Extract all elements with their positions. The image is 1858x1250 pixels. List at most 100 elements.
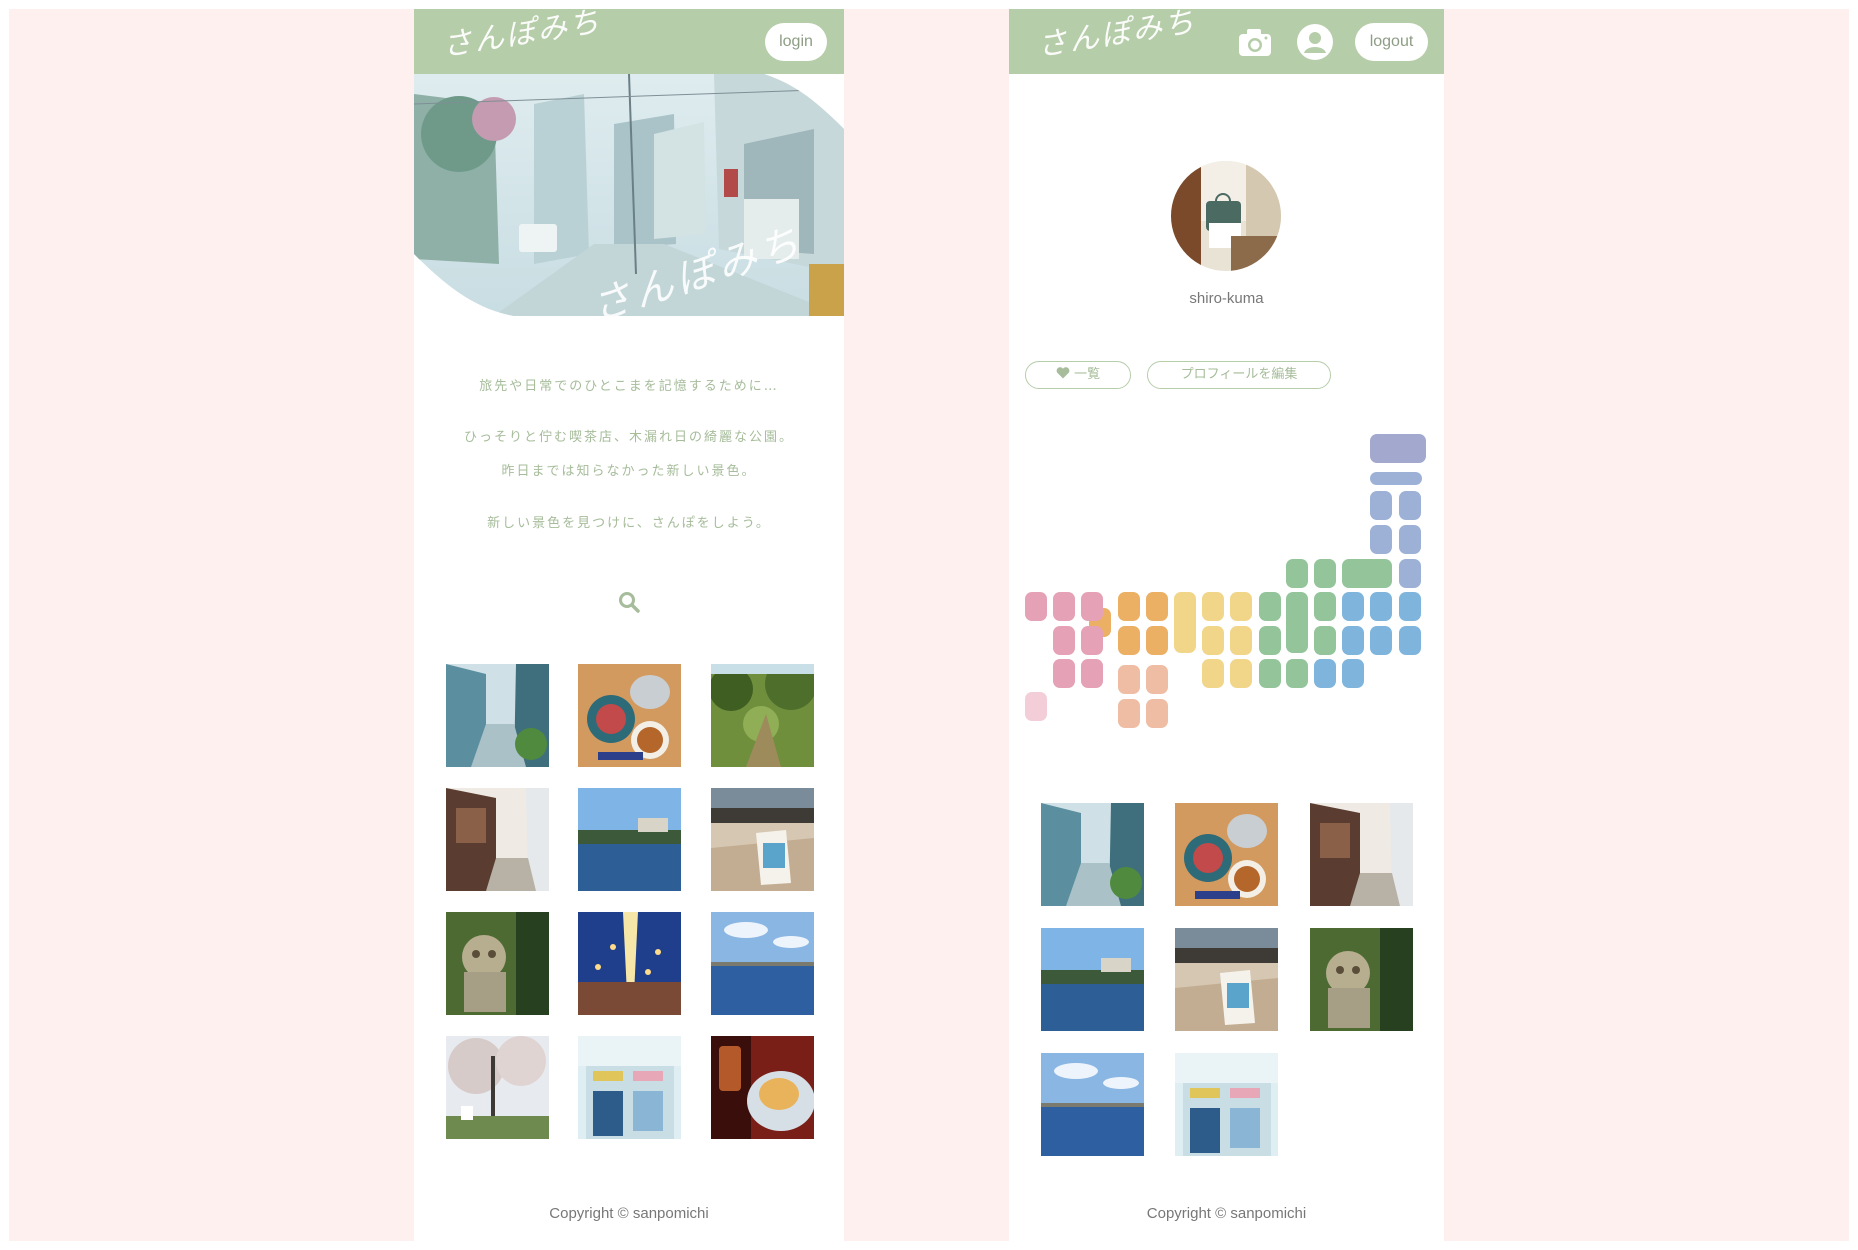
photo-thumbnail[interactable]	[1310, 928, 1413, 1031]
photo-thumbnail[interactable]	[1041, 928, 1144, 1031]
prefecture-mie[interactable]	[1230, 659, 1252, 688]
username: shiro-kuma	[1189, 290, 1264, 307]
photo-thumbnail[interactable]	[711, 1036, 814, 1139]
photo-thumbnail[interactable]	[578, 788, 681, 891]
prefecture-kanagawa[interactable]	[1314, 659, 1336, 688]
user-icon[interactable]	[1297, 24, 1333, 60]
photo-thumbnail[interactable]	[446, 788, 549, 891]
prefecture-okayama[interactable]	[1118, 626, 1140, 655]
prefecture-hyogo[interactable]	[1174, 592, 1196, 653]
photo-thumbnail[interactable]	[1041, 1053, 1144, 1156]
prefecture-fukuoka[interactable]	[1025, 592, 1047, 621]
intro-line-1: 旅先や日常でのひとこまを記憶するために…	[479, 379, 779, 394]
photo-thumbnail[interactable]	[578, 1036, 681, 1139]
prefecture-tochigi[interactable]	[1370, 592, 1392, 621]
prefecture-fukushima[interactable]	[1399, 559, 1421, 588]
logout-button[interactable]: logout	[1355, 23, 1428, 61]
prefecture-wakayama[interactable]	[1202, 659, 1224, 688]
photo-street	[446, 788, 549, 891]
prefecture-osaka[interactable]	[1202, 626, 1224, 655]
photo-alley	[1041, 803, 1144, 906]
photo-thumbnail[interactable]	[1175, 1053, 1278, 1156]
photo-tea	[578, 664, 681, 767]
prefecture-saga[interactable]	[1053, 592, 1075, 621]
prefecture-miyagi[interactable]	[1399, 525, 1421, 554]
site-header: さんぽみち logout	[1009, 9, 1444, 74]
prefecture-miyazaki[interactable]	[1053, 659, 1075, 688]
search-icon[interactable]	[617, 590, 641, 614]
prefecture-iwate[interactable]	[1399, 491, 1421, 520]
prefecture-kumamoto[interactable]	[1081, 626, 1103, 655]
mypage-mockup: さんぽみち logout shiro-kuma 一覧 プロフィールを編集 Cop…	[1009, 9, 1444, 1241]
prefecture-tokyo[interactable]	[1370, 626, 1392, 655]
intro-line-3: 昨日までは知らなかった新しい景色。	[501, 464, 757, 479]
photo-shisa	[1310, 928, 1413, 1031]
prefecture-fukui[interactable]	[1259, 592, 1281, 621]
prefecture-ibaraki[interactable]	[1399, 592, 1421, 621]
photo-thumbnail[interactable]	[711, 912, 814, 1015]
prefecture-kagoshima[interactable]	[1081, 659, 1103, 688]
intro-line-4: 新しい景色を見つけに、さんぽをしよう。	[487, 516, 771, 531]
prefecture-gifu[interactable]	[1314, 592, 1336, 621]
prefecture-chiba[interactable]	[1399, 626, 1421, 655]
prefecture-kyoto[interactable]	[1202, 592, 1224, 621]
prefecture-kanagawa2[interactable]	[1342, 659, 1364, 688]
prefecture-ehime[interactable]	[1118, 699, 1140, 728]
favorites-label: 一覧	[1074, 367, 1101, 382]
prefecture-toyama[interactable]	[1314, 559, 1336, 588]
photo-harbor	[711, 912, 814, 1015]
photo-harbor	[1041, 1053, 1144, 1156]
photo-thumbnail[interactable]	[711, 788, 814, 891]
intro-line-2: ひっそりと佇む喫茶店、木漏れ日の綺麗な公園。	[463, 430, 794, 445]
prefecture-shizuoka[interactable]	[1259, 659, 1281, 688]
prefecture-nagasaki[interactable]	[1081, 592, 1103, 621]
prefecture-oita[interactable]	[1053, 626, 1075, 655]
prefecture-nagano[interactable]	[1286, 592, 1308, 653]
prefecture-hokkaido[interactable]	[1370, 434, 1426, 463]
prefecture-aichi[interactable]	[1259, 626, 1281, 655]
prefecture-shimane[interactable]	[1146, 592, 1168, 621]
photo-thumbnail[interactable]	[446, 912, 549, 1015]
edit-profile-button[interactable]: プロフィールを編集	[1147, 361, 1331, 389]
photo-dessert	[711, 1036, 814, 1139]
prefecture-ishikawa[interactable]	[1286, 559, 1308, 588]
photo-tea	[1175, 803, 1278, 906]
prefecture-tokushima[interactable]	[1146, 665, 1168, 694]
prefecture-saitama[interactable]	[1342, 626, 1364, 655]
photo-thumbnail[interactable]	[578, 664, 681, 767]
photo-forest	[711, 664, 814, 767]
prefecture-shiga[interactable]	[1230, 592, 1252, 621]
prefecture-gunma[interactable]	[1342, 592, 1364, 621]
site-logo[interactable]: さんぽみち	[439, 9, 604, 65]
prefecture-tottori[interactable]	[1118, 592, 1140, 621]
photo-thumbnail[interactable]	[711, 664, 814, 767]
photo-thumbnail[interactable]	[578, 912, 681, 1015]
prefecture-kochi[interactable]	[1146, 699, 1168, 728]
prefecture-nara[interactable]	[1230, 626, 1252, 655]
prefecture-hiroshima[interactable]	[1146, 626, 1168, 655]
prefecture-yamagata[interactable]	[1370, 525, 1392, 554]
photo-thumbnail[interactable]	[446, 1036, 549, 1139]
photo-thumbnail[interactable]	[446, 664, 549, 767]
photo-river	[1041, 928, 1144, 1031]
photo-thumbnail[interactable]	[1175, 803, 1278, 906]
site-logo[interactable]: さんぽみち	[1034, 9, 1199, 65]
photo-shisa	[446, 912, 549, 1015]
page-background	[9, 9, 1849, 1241]
prefecture-niigata[interactable]	[1342, 559, 1392, 588]
prefecture-aomori[interactable]	[1370, 472, 1422, 485]
prefecture-akita[interactable]	[1370, 491, 1392, 520]
prefecture-okinawa[interactable]	[1025, 692, 1047, 721]
login-button[interactable]: login	[765, 23, 827, 61]
photo-blossom	[446, 1036, 549, 1139]
photo-thumbnail[interactable]	[1041, 803, 1144, 906]
avatar[interactable]	[1171, 161, 1281, 271]
prefecture-kagawa[interactable]	[1118, 665, 1140, 694]
prefecture-yamanashi[interactable]	[1314, 626, 1336, 655]
favorites-button[interactable]: 一覧	[1025, 361, 1131, 389]
photo-river	[578, 788, 681, 891]
photo-thumbnail[interactable]	[1175, 928, 1278, 1031]
prefecture-shizuoka2[interactable]	[1286, 659, 1308, 688]
camera-icon[interactable]	[1237, 24, 1273, 60]
photo-thumbnail[interactable]	[1310, 803, 1413, 906]
